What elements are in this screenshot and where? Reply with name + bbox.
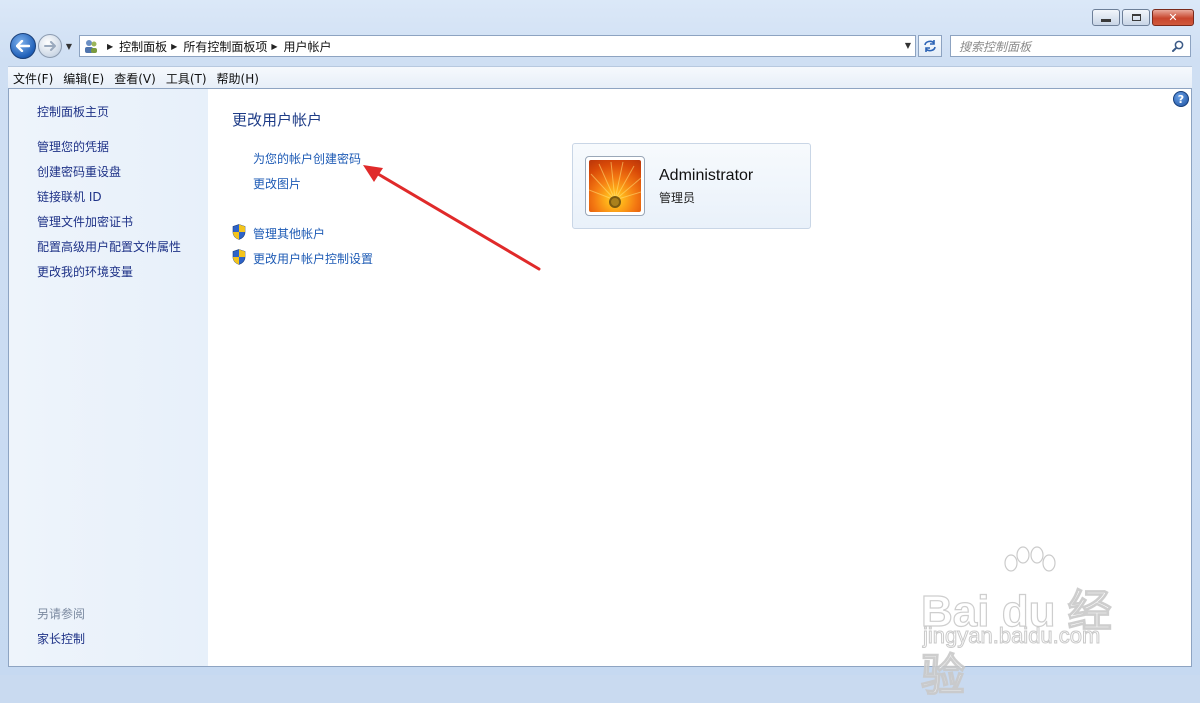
forward-arrow-icon — [44, 41, 56, 51]
sidebar-link-password-reset-disk[interactable]: 创建密码重设盘 — [37, 163, 121, 180]
help-icon: ? — [1177, 92, 1185, 106]
address-bar[interactable]: ▶ 控制面板 ▶ 所有控制面板项 ▶ 用户帐户 ▼ — [79, 35, 916, 57]
caption-buttons: ✕ — [1092, 9, 1194, 26]
change-picture-link[interactable]: 更改图片 — [253, 175, 301, 192]
flower-picture-icon — [589, 160, 641, 212]
account-name: Administrator — [659, 167, 754, 184]
menu-tools[interactable]: 工具(T) — [161, 70, 212, 87]
close-button[interactable]: ✕ — [1152, 9, 1194, 26]
search-input[interactable] — [957, 37, 1161, 57]
account-card[interactable]: Administrator 管理员 — [572, 143, 811, 229]
minimize-button[interactable] — [1092, 9, 1120, 26]
create-password-link[interactable]: 为您的帐户创建密码 — [253, 150, 361, 167]
navigation-bar: ▼ ▶ 控制面板 ▶ 所有控制面板项 ▶ 用户帐户 ▼ — [0, 33, 1200, 61]
sidebar-link-control-panel-home[interactable]: 控制面板主页 — [37, 103, 109, 120]
account-role: 管理员 — [659, 191, 696, 205]
close-icon: ✕ — [1168, 11, 1178, 24]
maximize-icon — [1131, 14, 1141, 21]
baidu-jingyan-watermark: Bai du 经验 jingyan.baidu.com — [913, 545, 1143, 701]
recent-pages-dropdown[interactable]: ▼ — [64, 41, 74, 51]
menu-view[interactable]: 查看(V) — [109, 70, 161, 87]
sidebar-link-online-id[interactable]: 链接联机 ID — [37, 188, 102, 205]
breadcrumb-item[interactable]: 控制面板 — [119, 38, 167, 55]
uac-shield-icon — [232, 224, 246, 240]
search-icon[interactable] — [1172, 40, 1184, 52]
page-title: 更改用户帐户 — [232, 111, 323, 129]
sidebar-link-parental-controls[interactable]: 家长控制 — [37, 630, 85, 647]
minimize-icon — [1101, 19, 1111, 22]
help-button[interactable]: ? — [1173, 91, 1189, 107]
search-box[interactable] — [950, 35, 1191, 57]
avatar — [585, 156, 645, 216]
content-area: 控制面板主页 管理您的凭据 创建密码重设盘 链接联机 ID 管理文件加密证书 配… — [8, 88, 1192, 701]
control-panel-window: ✕ ▼ ▶ 控制面板 ▶ 所有控制面板项 ▶ 用户帐户 ▼ 搜索控制面板 文件(… — [0, 0, 1200, 701]
watermark-url: jingyan.baidu.com — [922, 623, 1101, 649]
menu-help[interactable]: 帮助(H) — [212, 70, 264, 87]
refresh-button[interactable] — [918, 35, 942, 57]
breadcrumb-separator-icon: ▶ — [271, 41, 278, 51]
address-dropdown-icon[interactable]: ▼ — [905, 41, 911, 50]
back-button[interactable] — [10, 33, 36, 59]
sidebar-link-environment-variables[interactable]: 更改我的环境变量 — [37, 263, 133, 280]
maximize-button[interactable] — [1122, 9, 1150, 26]
sidebar-link-manage-credentials[interactable]: 管理您的凭据 — [37, 138, 109, 155]
breadcrumb-item[interactable]: 所有控制面板项 — [183, 38, 267, 55]
menu-file[interactable]: 文件(F) — [8, 70, 58, 87]
menu-edit[interactable]: 编辑(E) — [58, 70, 109, 87]
breadcrumb-separator-icon: ▶ — [171, 41, 178, 51]
annotation-arrow-icon — [363, 165, 541, 271]
see-also-heading: 另请参阅 — [37, 607, 86, 621]
forward-button[interactable] — [38, 34, 62, 58]
sidebar-link-file-encryption[interactable]: 管理文件加密证书 — [37, 213, 133, 230]
breadcrumb-separator-icon: ▶ — [107, 41, 114, 51]
manage-other-accounts-link[interactable]: 管理其他帐户 — [253, 225, 325, 242]
sidebar-link-advanced-profile[interactable]: 配置高级用户配置文件属性 — [37, 238, 181, 255]
menu-bar: 文件(F) 编辑(E) 查看(V) 工具(T) 帮助(H) — [8, 66, 1192, 89]
back-arrow-icon — [16, 40, 30, 52]
breadcrumb-item[interactable]: 用户帐户 — [284, 38, 332, 55]
sidebar: 控制面板主页 管理您的凭据 创建密码重设盘 链接联机 ID 管理文件加密证书 配… — [9, 89, 208, 666]
control-panel-icon — [83, 38, 99, 54]
refresh-icon — [924, 40, 936, 52]
uac-shield-icon — [232, 249, 246, 265]
